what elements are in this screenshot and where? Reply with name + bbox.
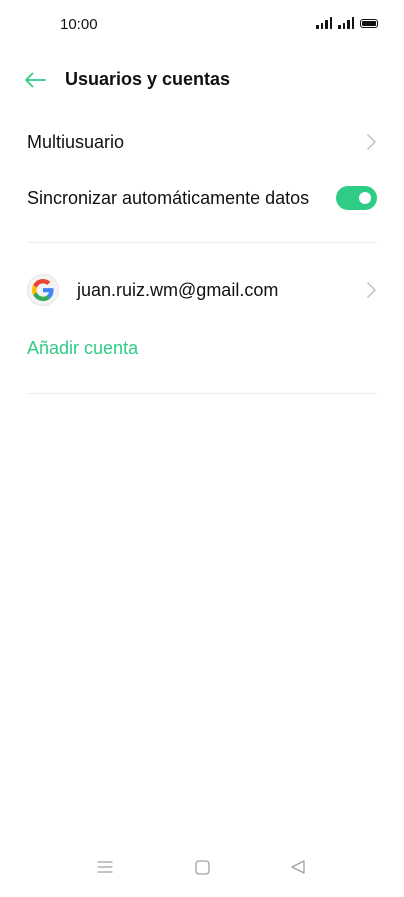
account-email: juan.ruiz.wm@gmail.com bbox=[77, 279, 279, 300]
chevron-right-icon bbox=[367, 282, 376, 298]
home-button[interactable] bbox=[192, 857, 212, 877]
sync-toggle[interactable] bbox=[336, 186, 377, 210]
google-icon bbox=[32, 279, 54, 301]
multiuser-row[interactable]: Multiusuario bbox=[27, 120, 377, 164]
multiuser-label: Multiusuario bbox=[27, 131, 125, 152]
signal-icon bbox=[316, 17, 332, 29]
navigation-bar bbox=[0, 841, 404, 897]
page-title: Usuarios y cuentas bbox=[65, 69, 231, 89]
arrow-left-icon bbox=[25, 72, 46, 88]
status-bar: 10:00 bbox=[0, 0, 404, 50]
header: Usuarios y cuentas bbox=[0, 56, 404, 104]
menu-button[interactable] bbox=[95, 857, 115, 877]
toggle-knob bbox=[359, 192, 371, 204]
sync-row: Sincronizar automáticamente datos bbox=[27, 176, 377, 220]
sync-label: Sincronizar automáticamente datos bbox=[27, 187, 310, 208]
back-triangle-icon bbox=[291, 860, 305, 874]
battery-icon bbox=[360, 18, 378, 28]
chevron-right-icon bbox=[367, 134, 376, 150]
add-account-button[interactable]: Añadir cuenta bbox=[27, 338, 138, 359]
status-icons bbox=[316, 17, 378, 29]
menu-icon bbox=[97, 861, 113, 873]
signal-icon-2 bbox=[338, 17, 354, 29]
account-row[interactable]: juan.ruiz.wm@gmail.com bbox=[27, 268, 377, 312]
status-time: 10:00 bbox=[60, 16, 98, 33]
back-nav-button[interactable] bbox=[288, 857, 308, 877]
home-square-icon bbox=[194, 859, 210, 875]
divider bbox=[27, 242, 377, 243]
back-button[interactable] bbox=[20, 66, 50, 94]
divider bbox=[27, 393, 377, 394]
account-avatar bbox=[27, 274, 59, 306]
